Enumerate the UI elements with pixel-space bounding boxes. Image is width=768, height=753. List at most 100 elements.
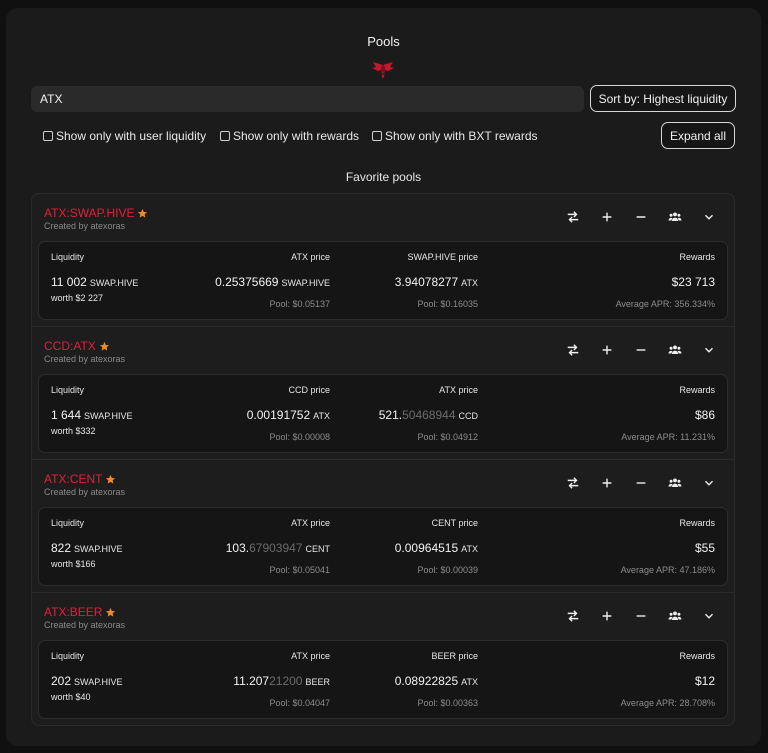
liquidity-providers-button[interactable] bbox=[658, 606, 692, 626]
expand-pool-button[interactable] bbox=[692, 340, 726, 360]
liquidity-label: Liquidity bbox=[51, 252, 85, 262]
liquidity-value: 202 SWAP.HIVE bbox=[51, 674, 123, 688]
filter-label: Show only with rewards bbox=[233, 129, 360, 143]
swap-icon bbox=[567, 477, 579, 489]
star-icon[interactable] bbox=[105, 474, 116, 485]
star-icon[interactable] bbox=[99, 341, 110, 352]
price2-pool: Pool: $0.04912 bbox=[417, 432, 478, 442]
liquidity-label: Liquidity bbox=[51, 651, 85, 661]
remove-liquidity-button[interactable] bbox=[624, 340, 658, 360]
liquidity-providers-button[interactable] bbox=[658, 473, 692, 493]
plus-icon bbox=[602, 478, 612, 488]
pool-creator: Created by atexoras bbox=[44, 221, 126, 231]
pool-row: ATX:SWAP.HIVE Created by atexoras Liquid… bbox=[32, 194, 734, 327]
pool-name[interactable]: ATX:CENT bbox=[44, 472, 116, 486]
star-icon[interactable] bbox=[105, 607, 116, 618]
pool-name[interactable]: ATX:BEER bbox=[44, 605, 116, 619]
user-liquidity-checkbox[interactable] bbox=[43, 131, 53, 141]
filter-bxt-rewards[interactable]: Show only with BXT rewards bbox=[372, 129, 538, 143]
star-icon[interactable] bbox=[137, 208, 148, 219]
liquidity-providers-button[interactable] bbox=[658, 207, 692, 227]
chevron-down-icon bbox=[705, 347, 713, 353]
rewards-label: Rewards bbox=[679, 252, 715, 262]
pool-name-text[interactable]: CCD:ATX bbox=[44, 339, 96, 353]
minus-icon bbox=[636, 482, 646, 484]
price1-label: ATX price bbox=[291, 651, 330, 661]
pool-row: CCD:ATX Created by atexoras Liquidity 1 … bbox=[32, 327, 734, 460]
price2-label: BEER price bbox=[431, 651, 478, 661]
remove-liquidity-button[interactable] bbox=[624, 207, 658, 227]
price1-label: ATX price bbox=[291, 252, 330, 262]
add-liquidity-button[interactable] bbox=[590, 473, 624, 493]
minus-icon bbox=[636, 349, 646, 351]
chevron-down-icon bbox=[705, 613, 713, 619]
liquidity-providers-button[interactable] bbox=[658, 340, 692, 360]
swap-icon bbox=[567, 610, 579, 622]
liquidity-worth: worth $40 bbox=[51, 692, 91, 702]
rewards-value: $86 bbox=[694, 408, 715, 422]
price1-value: 103.67903947 CENT bbox=[225, 541, 330, 555]
rewards-checkbox[interactable] bbox=[220, 131, 230, 141]
filter-rewards[interactable]: Show only with rewards bbox=[220, 129, 359, 143]
price2-pool: Pool: $0.16035 bbox=[417, 299, 478, 309]
pool-name-text[interactable]: ATX:CENT bbox=[44, 472, 102, 486]
pool-actions bbox=[556, 207, 726, 227]
filter-label: Show only with BXT rewards bbox=[385, 129, 538, 143]
pool-stats-card: Liquidity 202 SWAP.HIVE worth $40 ATX pri… bbox=[38, 640, 728, 719]
sort-button[interactable]: Sort by: Highest liquidity bbox=[590, 85, 736, 112]
pool-actions bbox=[556, 473, 726, 493]
rewards-label: Rewards bbox=[679, 518, 715, 528]
price2-value: 521.50468944 CCD bbox=[378, 408, 478, 422]
search-input[interactable] bbox=[31, 86, 584, 112]
price1-label: CCD price bbox=[288, 385, 330, 395]
users-icon bbox=[668, 611, 682, 620]
users-icon bbox=[668, 212, 682, 221]
filter-user-liquidity[interactable]: Show only with user liquidity bbox=[43, 129, 206, 143]
chevron-down-icon bbox=[705, 480, 713, 486]
expand-pool-button[interactable] bbox=[692, 207, 726, 227]
pool-creator: Created by atexoras bbox=[44, 620, 126, 630]
add-liquidity-button[interactable] bbox=[590, 340, 624, 360]
remove-liquidity-button[interactable] bbox=[624, 606, 658, 626]
bxt-rewards-checkbox[interactable] bbox=[372, 131, 382, 141]
rewards-label: Rewards bbox=[679, 651, 715, 661]
liquidity-label: Liquidity bbox=[51, 385, 85, 395]
swap-button[interactable] bbox=[556, 207, 590, 227]
expand-pool-button[interactable] bbox=[692, 473, 726, 493]
remove-liquidity-button[interactable] bbox=[624, 473, 658, 493]
pool-actions bbox=[556, 606, 726, 626]
logo-icon bbox=[372, 62, 394, 79]
liquidity-worth: worth $2 227 bbox=[51, 293, 104, 303]
rewards-value: $55 bbox=[694, 541, 715, 555]
swap-button[interactable] bbox=[556, 340, 590, 360]
pool-name[interactable]: CCD:ATX bbox=[44, 339, 110, 353]
pool-stats-card: Liquidity 1 644 SWAP.HIVE worth $332 CCD … bbox=[38, 374, 728, 453]
plus-icon bbox=[602, 345, 612, 355]
filter-label: Show only with user liquidity bbox=[56, 129, 207, 143]
price2-pool: Pool: $0.00363 bbox=[417, 698, 478, 708]
chevron-down-icon bbox=[705, 214, 713, 220]
add-liquidity-button[interactable] bbox=[590, 207, 624, 227]
apr-value: Average APR: 47.186% bbox=[620, 565, 715, 575]
pool-stats-card: Liquidity 11 002 SWAP.HIVE worth $2 227 A… bbox=[38, 241, 728, 320]
expand-pool-button[interactable] bbox=[692, 606, 726, 626]
price1-pool: Pool: $0.05137 bbox=[269, 299, 330, 309]
pool-name-text[interactable]: ATX:BEER bbox=[44, 605, 102, 619]
rewards-label: Rewards bbox=[679, 385, 715, 395]
pool-creator: Created by atexoras bbox=[44, 487, 126, 497]
apr-value: Average APR: 28.708% bbox=[620, 698, 715, 708]
swap-button[interactable] bbox=[556, 473, 590, 493]
pool-name-text[interactable]: ATX:SWAP.HIVE bbox=[44, 206, 134, 220]
rewards-value: $23 713 bbox=[671, 275, 715, 289]
pool-name[interactable]: ATX:SWAP.HIVE bbox=[44, 206, 148, 220]
add-liquidity-button[interactable] bbox=[590, 606, 624, 626]
apr-value: Average APR: 356.334% bbox=[615, 299, 715, 309]
section-title: Favorite pools bbox=[345, 170, 422, 184]
price2-value: 0.00964515 ATX bbox=[394, 541, 478, 555]
pool-row: ATX:CENT Created by atexoras Liquidity 8… bbox=[32, 460, 734, 593]
swap-button[interactable] bbox=[556, 606, 590, 626]
expand-all-button[interactable]: Expand all bbox=[661, 122, 735, 149]
minus-icon bbox=[636, 216, 646, 218]
price1-value: 0.25375669 SWAP.HIVE bbox=[215, 275, 330, 289]
price2-value: 0.08922825 ATX bbox=[394, 674, 478, 688]
